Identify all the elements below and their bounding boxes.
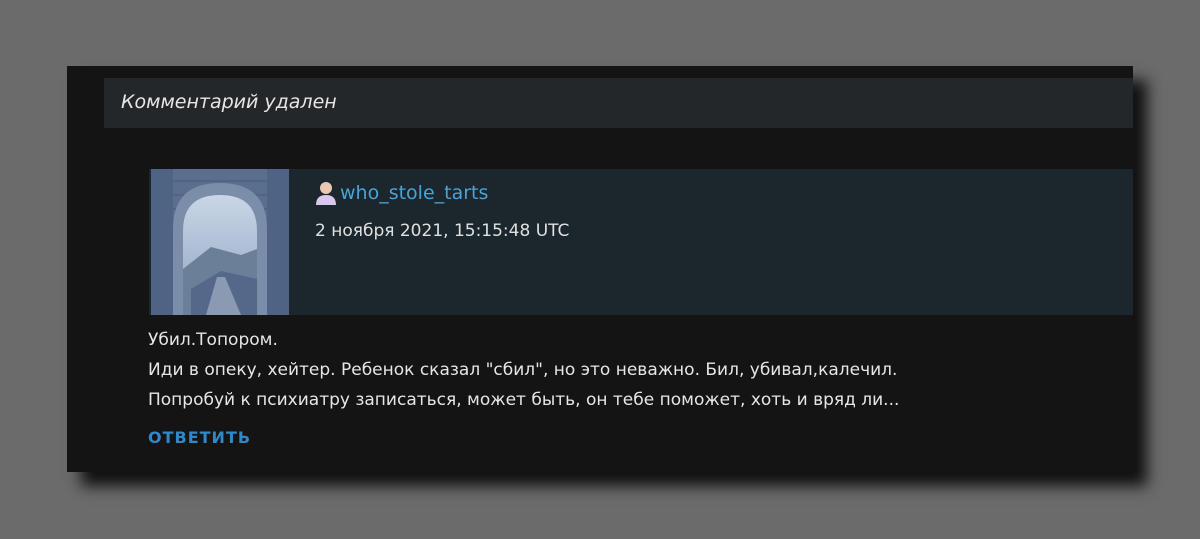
deleted-comment-bar: Комментарий удален [104, 78, 1133, 128]
comment-header: who_stole_tarts 2 ноября 2021, 15:15:48 … [149, 169, 1133, 315]
avatar[interactable] [151, 169, 289, 315]
comment-body-line: Убил.Топором. [148, 330, 278, 350]
reply-button[interactable]: ОТВЕТИТЬ [148, 428, 251, 447]
comment-panel: Комментарий удален who_stole_tarts 2 ноя… [67, 66, 1133, 472]
stone-archway-photo-icon [151, 169, 289, 315]
comment-body: Убил.Топором. Иди в опеку, хейтер. Ребен… [148, 325, 1128, 415]
deleted-comment-notice: Комментарий удален [121, 91, 337, 113]
comment-timestamp: 2 ноября 2021, 15:15:48 UTC [315, 221, 570, 241]
user-avatar-icon [316, 182, 336, 205]
username-link[interactable]: who_stole_tarts [340, 182, 488, 204]
comment-body-line: Иди в опеку, хейтер. Ребенок сказал "сби… [148, 360, 898, 380]
comment-author: who_stole_tarts [315, 180, 488, 206]
comment-body-line: Попробуй к психиатру записаться, может б… [148, 390, 900, 410]
